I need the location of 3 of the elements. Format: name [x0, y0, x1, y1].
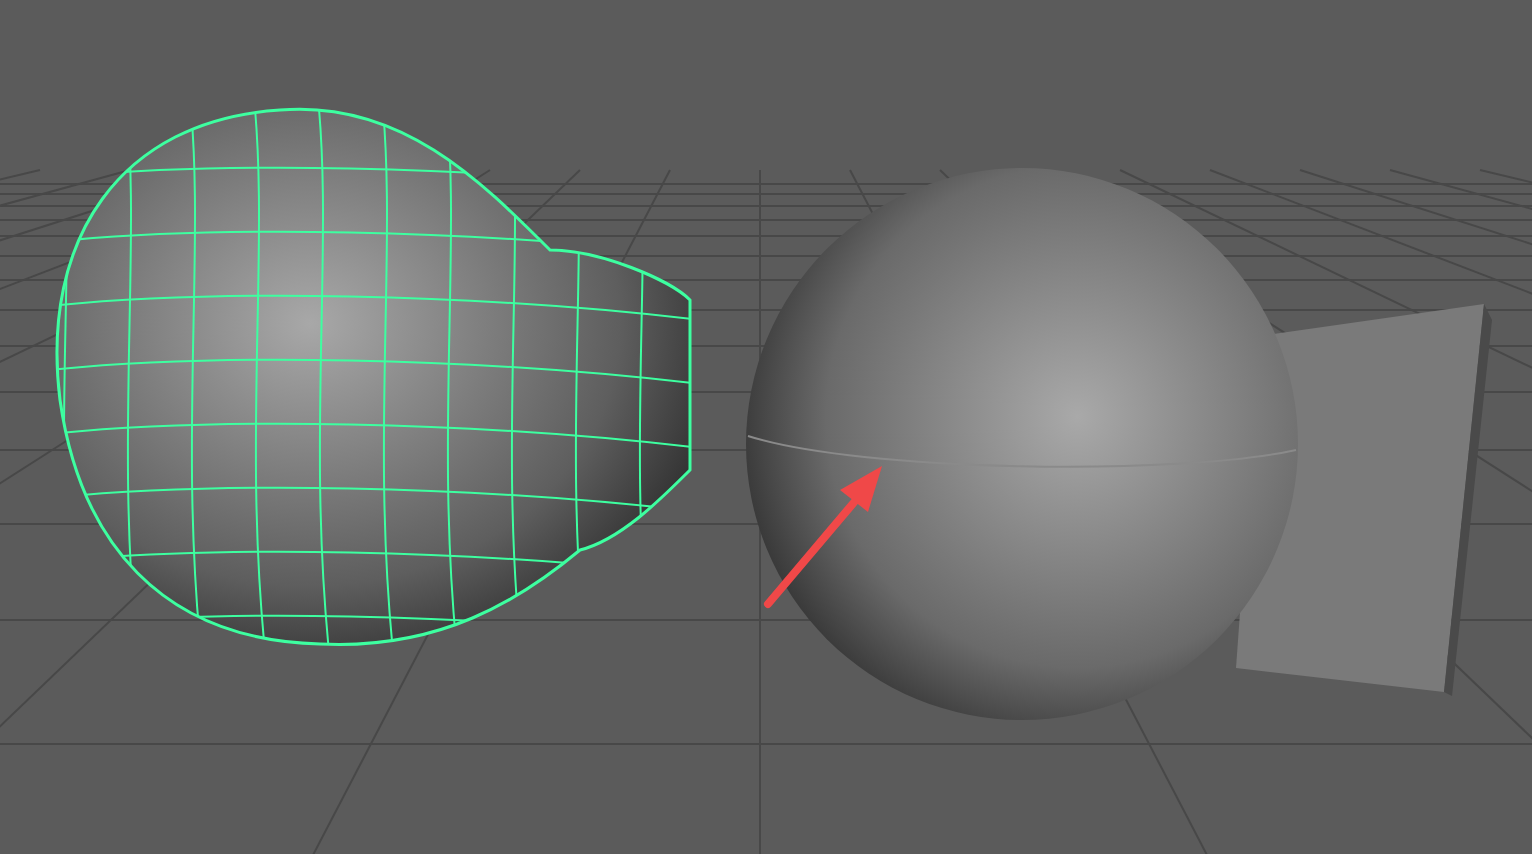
annotation-arrow [764, 466, 882, 608]
polygon-mesh[interactable] [55, 107, 692, 646]
sphere-object[interactable] [746, 168, 1298, 720]
